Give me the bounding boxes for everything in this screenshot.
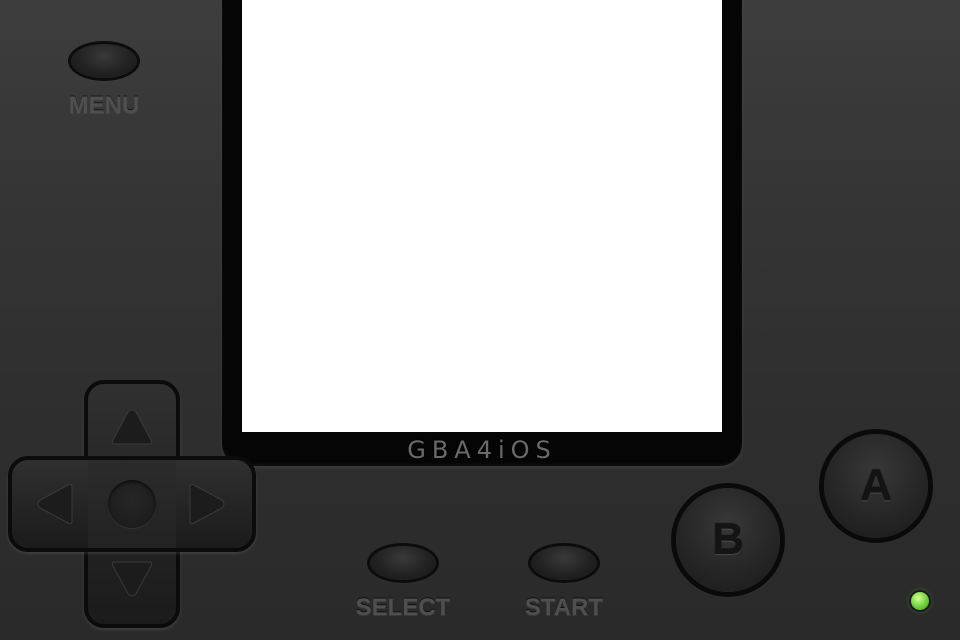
menu-button[interactable]	[71, 44, 137, 78]
game-screen[interactable]	[242, 0, 722, 432]
select-button[interactable]	[370, 546, 436, 580]
a-button-label: A	[860, 461, 892, 510]
dpad-left-button[interactable]	[26, 476, 82, 532]
start-label: START	[524, 594, 604, 621]
menu-label: MENU	[68, 92, 140, 119]
select-label: SELECT	[355, 594, 451, 621]
dpad-down-button[interactable]	[104, 552, 160, 608]
start-button[interactable]	[531, 546, 597, 580]
left-arrow-icon	[37, 483, 73, 525]
dpad-right-button[interactable]	[180, 476, 236, 532]
dpad[interactable]	[8, 380, 256, 628]
right-arrow-icon	[189, 483, 225, 525]
brand-logo: GBA4iOS	[407, 436, 557, 464]
dpad-center	[108, 480, 156, 528]
power-led-icon	[911, 592, 929, 610]
emulator-controller: GBA4iOS MENU SELECT START B A	[0, 0, 960, 640]
b-button[interactable]: B	[676, 488, 780, 592]
b-button-label: B	[712, 515, 744, 564]
down-arrow-icon	[111, 561, 153, 597]
dpad-up-button[interactable]	[104, 398, 160, 454]
up-arrow-icon	[111, 409, 153, 445]
a-button[interactable]: A	[824, 434, 928, 538]
